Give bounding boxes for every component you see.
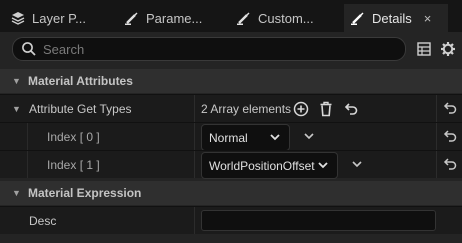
property-label: Index [ 0 ] <box>47 129 100 144</box>
tab-layer-parameters[interactable]: Layer P... <box>10 4 114 32</box>
category-title: Material Expression <box>28 186 142 200</box>
column-divider <box>436 123 437 150</box>
index-1-combo[interactable]: WorldPositionOffset <box>201 152 338 179</box>
tab-label: Layer P... <box>32 10 86 26</box>
column-divider <box>436 151 437 178</box>
brush-icon <box>350 10 366 26</box>
combo-value: Normal <box>209 130 248 145</box>
property-row-index-1: Index [ 1 ] WorldPositionOffset <box>0 150 462 179</box>
reset-to-default-icon[interactable] <box>443 129 457 143</box>
search-icon <box>21 41 37 57</box>
close-icon[interactable]: × <box>424 11 432 26</box>
index-0-combo[interactable]: Normal <box>201 124 290 151</box>
brush-icon <box>124 10 140 26</box>
tab-label: Parame... <box>146 10 203 26</box>
tab-label: Custom... <box>258 10 314 26</box>
expand-caret-icon[interactable]: ▼ <box>12 95 21 122</box>
tab-customizable[interactable]: Custom... <box>236 4 340 32</box>
tab-details[interactable]: Details × <box>344 4 448 32</box>
property-row-attribute-get-types: ▼ Attribute Get Types 2 Array elements <box>0 94 462 122</box>
column-divider[interactable] <box>194 207 195 234</box>
settings-gear-icon[interactable] <box>440 41 456 57</box>
property-label: Desc <box>29 213 57 228</box>
property-row-index-0: Index [ 0 ] Normal <box>0 122 462 151</box>
category-material-expression[interactable]: ▼ Material Expression <box>0 181 462 205</box>
tab-parameters[interactable]: Parame... <box>124 4 228 32</box>
chevron-down-icon[interactable] <box>303 130 315 145</box>
column-divider[interactable] <box>194 95 195 122</box>
tab-bar: Layer P... Parame... Custom... Details × <box>0 0 462 34</box>
chevron-down-icon <box>317 159 329 174</box>
collapse-caret-icon[interactable]: ▼ <box>12 76 21 86</box>
add-element-icon[interactable] <box>293 95 309 122</box>
chevron-down-icon[interactable] <box>351 158 363 173</box>
details-panel: Search ▼ Material Attributes ▼ Attribute… <box>0 32 462 243</box>
reset-array-icon[interactable] <box>344 95 358 122</box>
category-title: Material Attributes <box>28 74 133 88</box>
layers-icon <box>10 10 26 26</box>
desc-text-field[interactable] <box>201 210 436 231</box>
reset-to-default-icon[interactable] <box>443 157 457 171</box>
property-label: Attribute Get Types <box>29 101 132 116</box>
search-input[interactable]: Search <box>12 37 406 61</box>
combo-value: WorldPositionOffset <box>209 158 315 173</box>
delete-trash-icon[interactable] <box>319 95 333 122</box>
category-material-attributes[interactable]: ▼ Material Attributes <box>0 69 462 93</box>
reset-to-default-icon[interactable] <box>443 101 457 115</box>
column-divider[interactable] <box>194 151 195 178</box>
property-label: Index [ 1 ] <box>47 157 100 172</box>
tree-indent <box>12 151 28 178</box>
column-divider <box>436 95 437 122</box>
search-placeholder: Search <box>43 41 85 57</box>
chevron-down-icon <box>269 131 281 146</box>
array-count: 2 Array elements <box>201 101 292 116</box>
column-divider[interactable] <box>194 123 195 150</box>
tree-indent <box>12 123 28 150</box>
collapse-caret-icon[interactable]: ▼ <box>12 188 21 198</box>
property-row-desc: Desc <box>0 206 462 234</box>
brush-icon <box>236 10 252 26</box>
tab-label: Details <box>372 10 412 26</box>
table-view-icon[interactable] <box>416 41 432 57</box>
